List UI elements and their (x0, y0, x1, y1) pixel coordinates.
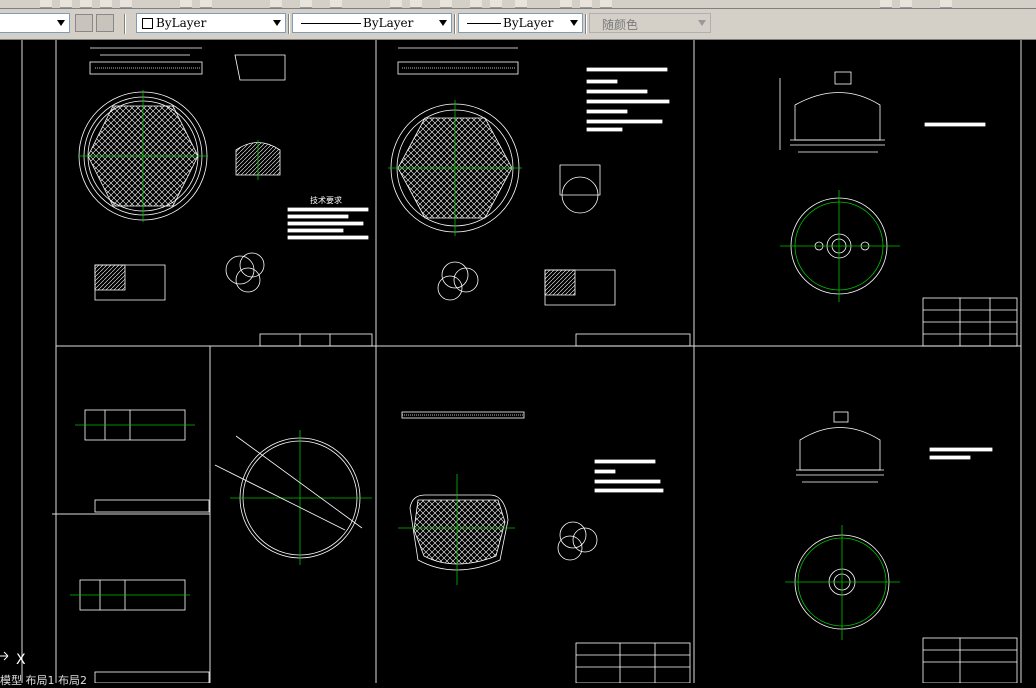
toolbar-icon[interactable] (180, 0, 192, 8)
layer-previous-icon[interactable] (96, 14, 114, 32)
cad-drawing-4[interactable] (70, 409, 210, 683)
chevron-down-icon[interactable] (570, 20, 578, 26)
color-swatch-icon (142, 18, 153, 29)
toolbar-icon[interactable] (300, 0, 312, 8)
standard-toolbar (0, 0, 1036, 9)
toolbar-icon[interactable] (580, 0, 592, 8)
toolbar-icon[interactable] (900, 0, 912, 8)
toolbar-icon[interactable] (490, 0, 502, 8)
toolbar-icon[interactable] (880, 0, 892, 8)
lineweight-combo-value: ByLayer (503, 16, 554, 30)
ucs-x-label: X (16, 652, 26, 668)
toolbar-icon[interactable] (940, 0, 952, 8)
toolbar-icon[interactable] (440, 0, 452, 8)
toolbar-icon[interactable] (330, 0, 342, 8)
chevron-down-icon[interactable] (439, 20, 447, 26)
toolbar-icon[interactable] (270, 0, 282, 8)
color-combo[interactable]: ByLayer (136, 13, 286, 33)
lineweight-combo[interactable]: ByLayer (458, 13, 583, 33)
cad-drawing-2[interactable] (388, 47, 691, 347)
cad-drawing-7[interactable] (785, 411, 1018, 683)
toolbar-icon[interactable] (60, 0, 72, 8)
toolbar-icon[interactable] (390, 0, 402, 8)
toolbar-icon[interactable] (40, 0, 52, 8)
toolbar-icon[interactable] (200, 0, 212, 8)
toolbar-icon[interactable] (410, 0, 422, 8)
toolbar-icon[interactable] (560, 0, 572, 8)
toolbar-icon[interactable] (120, 0, 132, 8)
toolbar-icon[interactable] (100, 0, 112, 8)
cad-drawing-6[interactable] (398, 411, 691, 683)
toolbar-icon[interactable] (80, 0, 92, 8)
chevron-down-icon (698, 20, 706, 26)
lineweight-preview-icon (467, 23, 501, 24)
toolbar-icon[interactable] (600, 0, 612, 8)
chevron-down-icon[interactable] (57, 20, 65, 26)
linetype-preview-icon (301, 23, 361, 24)
layer-match-icon[interactable] (75, 14, 93, 32)
linetype-combo[interactable]: ByLayer (292, 13, 452, 33)
tech-requirements-title: 技术要求 (310, 195, 342, 205)
cad-drawing-3[interactable] (779, 71, 1018, 347)
toolbar-separator (288, 14, 290, 34)
layer-combo[interactable] (0, 13, 70, 33)
toolbar-icon[interactable] (515, 0, 527, 8)
toolbar-icon[interactable] (470, 0, 482, 8)
color-combo-value: ByLayer (156, 16, 207, 30)
toolbar-separator (454, 14, 456, 34)
linetype-combo-value: ByLayer (363, 16, 414, 30)
chevron-down-icon[interactable] (273, 20, 281, 26)
ucs-icon (0, 651, 9, 661)
properties-toolbar: ByLayer ByLayer ByLayer 随颜色 (0, 9, 1036, 40)
plotstyle-combo: 随颜色 (589, 13, 711, 33)
plotstyle-combo-value: 随颜色 (602, 18, 639, 32)
cad-drawing-5[interactable] (214, 430, 372, 565)
drawing-canvas[interactable]: 技术要求 X (0, 40, 1036, 683)
layout-tabs[interactable]: 模型 布局1 布局2 (0, 672, 87, 688)
toolbar-separator (124, 14, 126, 34)
toolbar-separator (585, 14, 587, 34)
